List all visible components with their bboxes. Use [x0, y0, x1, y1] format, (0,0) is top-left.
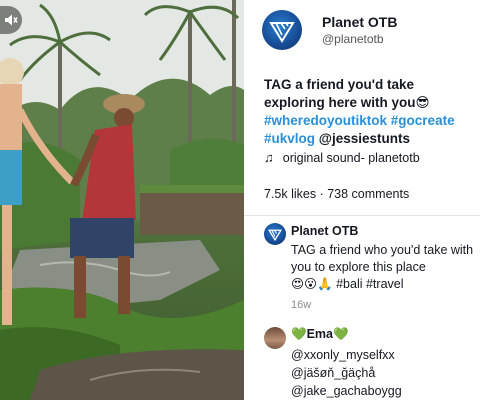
sound-title: original sound- planetotb	[282, 151, 420, 165]
comment-mention[interactable]: @jäšøň_ğäçhå	[291, 364, 476, 382]
comment-avatar[interactable]	[264, 327, 286, 349]
music-note-icon: ♫	[264, 150, 274, 165]
green-heart-icon: 💚	[332, 327, 349, 341]
caption-text: TAG a friend you'd take exploring here w…	[264, 77, 416, 110]
comment-mention[interactable]: @xxonly_myselfxx	[291, 346, 476, 364]
account-avatar[interactable]	[262, 10, 302, 50]
video-frame	[0, 0, 244, 400]
video-player[interactable]	[0, 0, 244, 400]
hashtag-link[interactable]: #wheredoyoutiktok	[264, 113, 387, 128]
mention-link[interactable]: @jessiestunts	[319, 131, 410, 146]
comment-body: TAG a friend who you'd take with you to …	[291, 243, 474, 274]
post-header: Planet OTB @planetotb	[262, 10, 472, 52]
comment-author[interactable]: 💚Ema💚	[291, 327, 349, 342]
post-panel: Planet OTB @planetotb TAG a friend you'd…	[244, 0, 480, 400]
hashtag-link[interactable]: #ukvlog	[264, 131, 315, 146]
post-stats: 7.5k likes · 738 comments	[264, 187, 410, 201]
planet-otb-logo-icon	[267, 229, 283, 242]
comment-mention[interactable]: @jake_gachaboygg	[291, 382, 476, 400]
comment-text: @xxonly_myselfxx @jäšøň_ğäçhå @jake_gach…	[291, 346, 476, 400]
caption-emoji: 😎	[415, 95, 430, 110]
comment-emoji-line: 😍😮🙏 #bali #travel	[291, 277, 404, 291]
comment-author[interactable]: Planet OTB	[291, 224, 358, 238]
comment-text: TAG a friend who you'd take with you to …	[291, 242, 476, 293]
account-handle[interactable]: @planetotb	[322, 32, 384, 46]
planet-otb-logo-icon	[269, 22, 295, 43]
speaker-muted-icon	[5, 14, 18, 26]
post-caption: TAG a friend you'd take exploring here w…	[264, 76, 478, 148]
green-heart-icon: 💚	[291, 327, 307, 341]
sound-link[interactable]: ♫ original sound- planetotb	[264, 150, 420, 165]
hashtag-link[interactable]: #gocreate	[391, 113, 455, 128]
account-display-name[interactable]: Planet OTB	[322, 14, 397, 30]
divider	[244, 215, 480, 216]
comment-avatar[interactable]	[264, 223, 286, 245]
comment-author-name: Ema	[306, 327, 333, 341]
comment-timestamp: 16w	[291, 299, 312, 311]
